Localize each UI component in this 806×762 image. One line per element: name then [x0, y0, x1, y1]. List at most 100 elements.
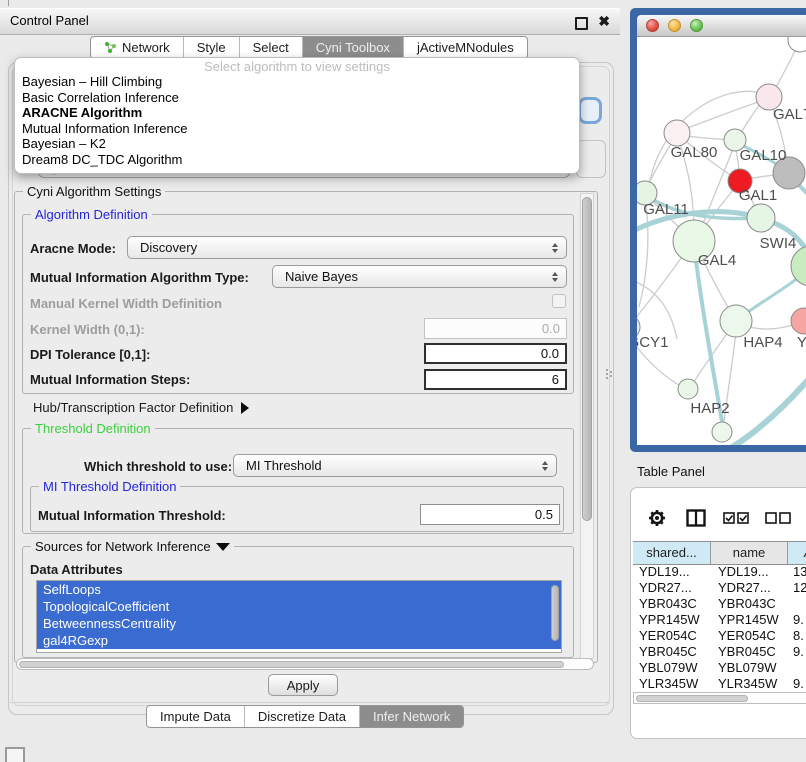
node-label-y: Y: [797, 334, 806, 351]
algorithm-option-dream8-dc-tdc-algorithm[interactable]: Dream8 DC_TDC Algorithm: [15, 152, 579, 168]
table-row[interactable]: YER054CYER054C8.: [633, 628, 806, 644]
hub-section-label: Hub/Transcription Factor Definition: [33, 400, 233, 415]
bottom-tab-discretize-data[interactable]: Discretize Data: [245, 706, 360, 727]
algorithm-option-aracne-algorithm[interactable]: ARACNE Algorithm: [15, 105, 579, 121]
zoom-window-icon[interactable]: [690, 19, 703, 32]
column-header-a[interactable]: A: [788, 542, 806, 564]
manual-kernel-checkbox[interactable]: [552, 294, 566, 308]
node-label-gal1: GAL1: [739, 187, 777, 204]
float-panel-icon[interactable]: [575, 17, 588, 30]
tab-cyni-toolbox[interactable]: Cyni Toolbox: [303, 37, 404, 58]
table-row[interactable]: YBL079WYBL079W: [633, 660, 806, 676]
settings-scrollbar-thumb[interactable]: [582, 197, 592, 521]
table-cell: [788, 660, 806, 676]
node-label-swi4: SWI4: [760, 235, 797, 252]
checked-boxes-icon[interactable]: [723, 512, 749, 524]
table-row[interactable]: YDR27...YDR27...12: [633, 580, 806, 596]
tab-jactivemnodules[interactable]: jActiveMNodules: [404, 37, 527, 58]
network-graph[interactable]: GAL7GAL80GAL10GAL1GAL11SWI4GAL4GCY1HAP4Y…: [637, 37, 806, 445]
network-node[interactable]: [712, 422, 732, 442]
gear-icon[interactable]: [647, 508, 667, 528]
mi-steps-field[interactable]: 6: [424, 369, 567, 390]
network-node[interactable]: [678, 379, 698, 399]
tab-select-label: Select: [253, 40, 289, 55]
network-node[interactable]: [788, 37, 806, 52]
network-canvas[interactable]: GAL7GAL80GAL10GAL1GAL11SWI4GAL4GCY1HAP4Y…: [637, 37, 806, 445]
table-row[interactable]: YBR045CYBR045C9.: [633, 644, 806, 660]
cyni-settings-legend: Cyni Algorithm Settings: [23, 184, 165, 199]
mi-steps-value: 6: [552, 372, 559, 387]
network-node[interactable]: [720, 305, 752, 337]
tab-jactivemnodules-label: jActiveMNodules: [417, 40, 514, 55]
network-edge: [680, 99, 767, 131]
hub-section-toggle[interactable]: Hub/Transcription Factor Definition: [33, 400, 249, 415]
attributes-scrollbar-thumb[interactable]: [551, 585, 559, 641]
bottom-tab-impute-data-label: Impute Data: [160, 709, 231, 724]
sources-legend[interactable]: Sources for Network Inference: [31, 539, 234, 554]
stepper-arrows-icon: [552, 272, 558, 282]
network-window-frame[interactable]: GAL7GAL80GAL10GAL1GAL11SWI4GAL4GCY1HAP4Y…: [630, 8, 806, 452]
table-cell: 9.: [788, 612, 806, 628]
table-panel: shared...nameA YDL19...YDL19...13YDR27..…: [630, 487, 806, 739]
algorithm-option-basic-correlation-inference[interactable]: Basic Correlation Inference: [15, 90, 579, 106]
bottom-tab-impute-data[interactable]: Impute Data: [147, 706, 245, 727]
settings-scrollbar[interactable]: [580, 193, 594, 659]
unchecked-boxes-icon[interactable]: [765, 512, 791, 524]
bottom-tab-infer-network[interactable]: Infer Network: [360, 706, 463, 727]
close-window-icon[interactable]: [646, 19, 659, 32]
attribute-item-topologicalcoefficient[interactable]: TopologicalCoefficient: [37, 598, 561, 615]
kernel-width-field[interactable]: 0.0: [424, 318, 567, 339]
algorithm-option-bayesian-hill-climbing[interactable]: Bayesian – Hill Climbing: [15, 74, 579, 90]
apply-button[interactable]: Apply: [268, 674, 338, 696]
node-label-gal4: GAL4: [698, 252, 736, 269]
splitter-grip-icon[interactable]: [606, 369, 613, 379]
mi-threshold-field[interactable]: 0.5: [420, 504, 560, 525]
tab-select[interactable]: Select: [240, 37, 303, 58]
table-hscrollbar[interactable]: [633, 692, 806, 704]
mi-threshold-value: 0.5: [535, 507, 553, 522]
tab-style[interactable]: Style: [184, 37, 240, 58]
settings-hscrollbar[interactable]: [16, 658, 594, 670]
tab-cyni-toolbox-label: Cyni Toolbox: [316, 40, 390, 55]
table-row[interactable]: YLR345WYLR345W9.: [633, 676, 806, 690]
attribute-item-selfloops[interactable]: SelfLoops: [37, 581, 561, 598]
top-tick: [8, 0, 9, 6]
inference-algorithm-combo-fragment[interactable]: [578, 97, 602, 124]
table-hscrollbar-thumb[interactable]: [636, 695, 748, 702]
settings-hscrollbar-thumb[interactable]: [19, 661, 564, 668]
algorithm-option-mutual-information-inference[interactable]: Mutual Information Inference: [15, 121, 579, 137]
network-window-titlebar[interactable]: [637, 15, 806, 37]
split-columns-icon[interactable]: [686, 509, 706, 527]
table-cell: YDL19...: [711, 564, 788, 580]
mi-type-combo[interactable]: Naive Bayes: [272, 265, 567, 288]
table-cell: YDR27...: [711, 580, 788, 596]
network-node[interactable]: [747, 204, 775, 232]
table-cell: [788, 596, 806, 612]
dpi-tolerance-field[interactable]: 0.0: [424, 343, 567, 364]
attribute-item-betweennesscentrality[interactable]: BetweennessCentrality: [37, 615, 561, 632]
kernel-width-label: Kernel Width (0,1):: [30, 322, 145, 337]
column-header-name[interactable]: name: [711, 542, 788, 564]
network-node[interactable]: [664, 120, 690, 146]
stepper-arrows-icon: [542, 461, 548, 471]
network-node[interactable]: [791, 308, 806, 334]
attribute-item-gal4rgexp[interactable]: gal4RGexp: [37, 632, 561, 649]
aracne-mode-combo[interactable]: Discovery: [127, 236, 567, 259]
table-row[interactable]: YPR145WYPR145W9.: [633, 612, 806, 628]
which-threshold-combo[interactable]: MI Threshold: [233, 454, 557, 477]
minimize-window-icon[interactable]: [668, 19, 681, 32]
close-panel-icon[interactable]: ✖: [598, 13, 610, 30]
network-icon: [104, 41, 117, 54]
chevron-down-icon: [216, 543, 230, 551]
tab-network-label: Network: [122, 40, 170, 55]
algorithm-option-bayesian-k2[interactable]: Bayesian – K2: [15, 136, 579, 152]
column-header-shared[interactable]: shared...: [633, 542, 711, 564]
tab-network[interactable]: Network: [91, 37, 184, 58]
table-row[interactable]: YDL19...YDL19...13: [633, 564, 806, 580]
table-row[interactable]: YBR043CYBR043C: [633, 596, 806, 612]
table-cell: 13: [788, 564, 806, 580]
node-label-gal7: GAL7: [773, 106, 806, 123]
node-label-hap2: HAP2: [690, 400, 729, 417]
dpi-tolerance-value: 0.0: [541, 346, 559, 361]
minimized-panel-icon[interactable]: [5, 747, 25, 762]
